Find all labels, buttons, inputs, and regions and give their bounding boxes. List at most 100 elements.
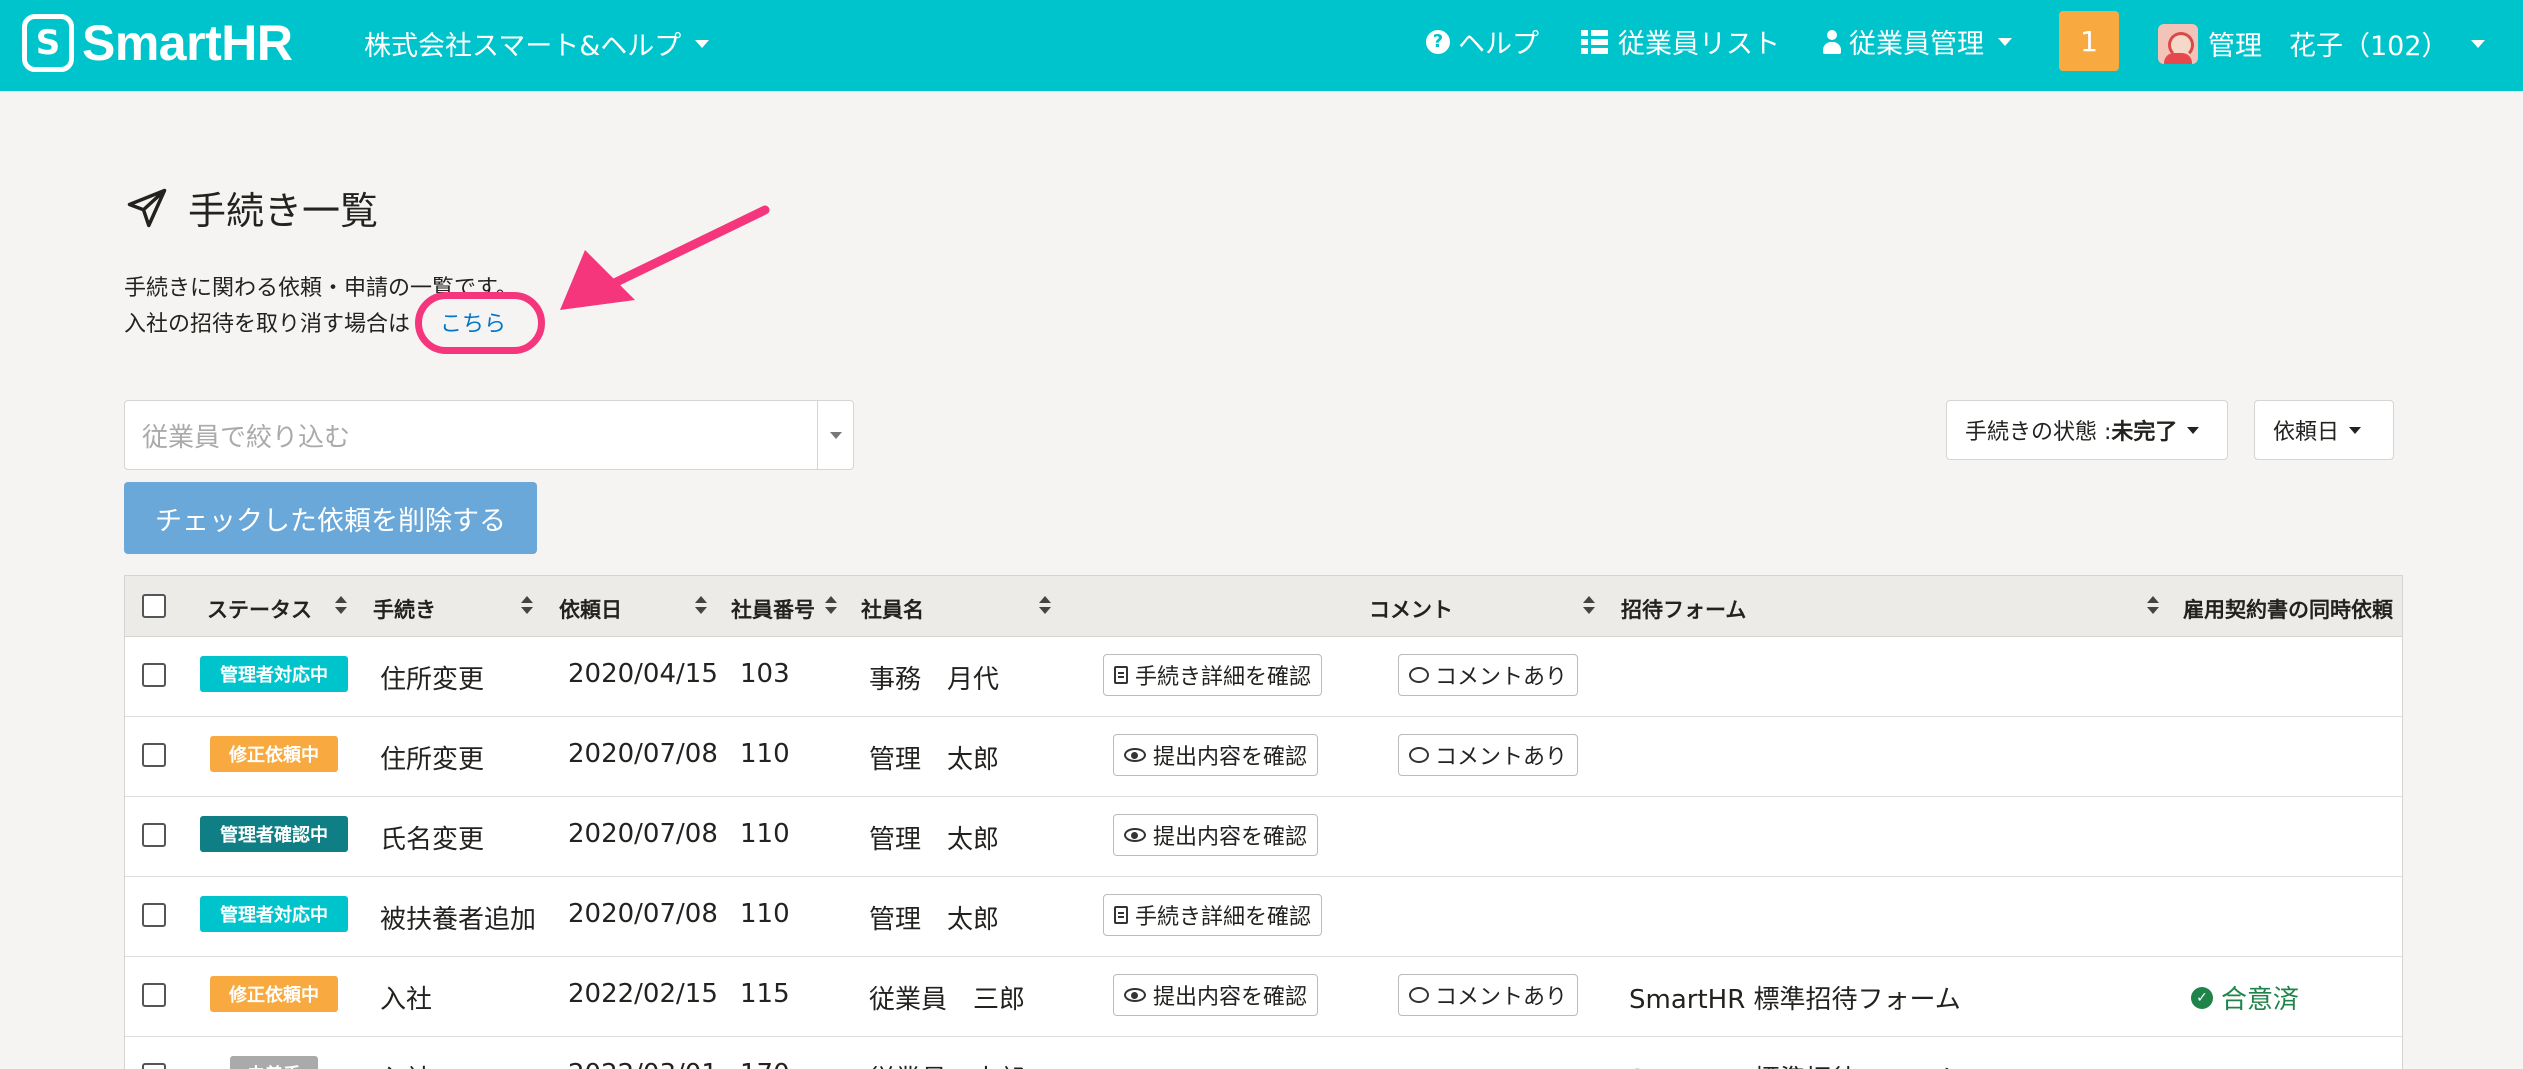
table-row[interactable]: 管理者対応中 住所変更 2020/04/15 103 事務 月代 手続き詳細を確… — [125, 638, 2402, 717]
help-label: ヘルプ — [1458, 29, 1539, 60]
sort-icon[interactable] — [1583, 596, 1595, 616]
status-filter-dropdown[interactable]: 手続きの状態 : 未完了 — [1946, 400, 2228, 460]
chevron-down-icon — [2349, 426, 2362, 434]
employee-name-cell: 管理 太郎 — [869, 825, 1000, 855]
date-sort-dropdown[interactable]: 依頼日 — [2254, 400, 2394, 460]
status-badge: 未着手 — [230, 1056, 318, 1069]
paper-plane-icon — [127, 188, 167, 227]
document-icon — [1114, 666, 1128, 684]
date-cell: 2020/07/08 — [568, 739, 718, 769]
row-checkbox[interactable] — [142, 663, 166, 687]
document-icon — [1114, 906, 1128, 924]
table-row[interactable]: 管理者確認中 氏名変更 2020/07/08 110 管理 太郎 提出内容を確認 — [125, 798, 2402, 877]
table-row[interactable]: 管理者対応中 被扶養者追加 2020/07/08 110 管理 太郎 手続き詳細… — [125, 878, 2402, 957]
col-comment[interactable]: コメント — [1369, 594, 1453, 624]
employee-no-cell: 110 — [740, 739, 790, 769]
eye-icon — [1124, 988, 1146, 1002]
comment-icon — [1409, 747, 1429, 763]
row-checkbox[interactable] — [142, 823, 166, 847]
button-label: 提出内容を確認 — [1153, 985, 1308, 1010]
table-row[interactable]: 修正依頼中 入社 2022/02/15 115 従業員 三郎 提出内容を確認 コ… — [125, 958, 2402, 1037]
employee-mgmt-label: 従業員管理 — [1849, 29, 1984, 60]
date-cell: 2020/07/08 — [568, 899, 718, 929]
col-employee-no[interactable]: 社員番号 — [731, 594, 815, 624]
col-procedure[interactable]: 手続き — [373, 594, 436, 624]
help-link[interactable]: ? ヘルプ — [1426, 22, 1539, 61]
procedure-cell: 氏名変更 — [380, 825, 485, 855]
employee-no-cell: 170 — [740, 1059, 790, 1069]
smarthr-logo[interactable]: S SmartHR — [22, 14, 293, 72]
employee-no-cell: 115 — [740, 979, 790, 1009]
date-sort-label: 依頼日 — [2273, 420, 2340, 445]
col-invite-form[interactable]: 招待フォーム — [1621, 594, 1746, 624]
chevron-down-icon — [2470, 39, 2485, 48]
procedure-cell: 住所変更 — [380, 745, 485, 775]
sort-icon[interactable] — [2147, 596, 2159, 616]
contract-status: ✓ 合意済 — [2191, 979, 2299, 1016]
employee-name-cell: 管理 太郎 — [869, 745, 1000, 775]
invite-form-cell: SmartHR 標準招待フォーム — [1629, 985, 1961, 1015]
row-checkbox[interactable] — [142, 1063, 166, 1069]
employee-no-cell: 103 — [740, 659, 790, 689]
employee-name-cell: 従業員 太郎 — [869, 1059, 1025, 1069]
comment-button[interactable]: コメントあり — [1398, 974, 1579, 1016]
row-checkbox[interactable] — [142, 983, 166, 1007]
date-cell: 2020/04/15 — [568, 659, 718, 689]
status-badge: 修正依頼中 — [210, 736, 338, 772]
dropdown-toggle[interactable] — [817, 401, 853, 469]
view-details-button[interactable]: 手続き詳細を確認 — [1103, 894, 1323, 936]
annotation-arrow-icon — [560, 205, 770, 310]
view-submission-button[interactable]: 提出内容を確認 — [1113, 974, 1319, 1016]
view-details-button[interactable]: 手続き詳細を確認 — [1103, 654, 1323, 696]
button-label: 提出内容を確認 — [1153, 745, 1308, 770]
table-row[interactable]: 未着手 入社 2022/03/01 170 従業員 太郎 SmartHR 標準招… — [125, 1038, 2402, 1069]
search-placeholder: 従業員で絞り込む — [142, 422, 351, 453]
avatar[interactable] — [2158, 24, 2198, 64]
status-filter-label: 手続きの状態 : — [1965, 420, 2112, 445]
page-title: 手続き一覧 — [126, 180, 378, 235]
employee-list-link[interactable]: 従業員リスト — [1581, 22, 1780, 61]
procedures-table: ステータス 手続き 依頼日 社員番号 社員名 コメント 招待フォーム 雇用契約書… — [124, 575, 2403, 1069]
eye-icon — [1124, 828, 1146, 842]
cancel-invite-description: 入社の招待を取り消す場合は — [124, 312, 411, 337]
select-all-checkbox[interactable] — [142, 594, 166, 618]
row-checkbox[interactable] — [142, 743, 166, 767]
list-icon — [1581, 29, 1608, 54]
logo-text: SmartHR — [82, 15, 293, 71]
chevron-down-icon — [1998, 37, 2012, 46]
employee-name-cell: 事務 月代 — [869, 665, 1000, 695]
notification-button[interactable]: 1 — [2059, 11, 2119, 71]
chevron-down-icon — [2187, 426, 2200, 434]
contract-status-label: 合意済 — [2221, 985, 2300, 1015]
date-cell: 2022/03/01 — [568, 1059, 718, 1069]
status-badge: 管理者対応中 — [200, 656, 348, 692]
user-name: 管理 花子（102） — [2208, 31, 2449, 62]
user-menu[interactable]: 管理 花子（102） — [2208, 24, 2485, 63]
view-submission-button[interactable]: 提出内容を確認 — [1113, 814, 1319, 856]
comment-button[interactable]: コメントあり — [1398, 654, 1579, 696]
sort-icon[interactable] — [825, 596, 837, 616]
status-filter-value: 未完了 — [2111, 420, 2178, 445]
col-employee-name[interactable]: 社員名 — [861, 594, 924, 624]
sort-icon[interactable] — [521, 596, 533, 616]
status-badge: 修正依頼中 — [210, 976, 338, 1012]
employee-filter-select[interactable]: 従業員で絞り込む — [124, 400, 854, 470]
company-switcher[interactable]: 株式会社スマート&ヘルプ — [364, 24, 710, 63]
comment-button[interactable]: コメントあり — [1398, 734, 1579, 776]
col-status[interactable]: ステータス — [207, 594, 312, 624]
procedure-cell: 入社 — [380, 985, 433, 1015]
sort-icon[interactable] — [1039, 596, 1051, 616]
employee-mgmt-menu[interactable]: 従業員管理 — [1823, 22, 2012, 61]
chevron-down-icon — [829, 431, 842, 439]
row-checkbox[interactable] — [142, 903, 166, 927]
sort-icon[interactable] — [695, 596, 707, 616]
procedure-cell: 入社 — [380, 1059, 432, 1069]
procedure-cell: 被扶養者追加 — [380, 905, 537, 935]
table-row[interactable]: 修正依頼中 住所変更 2020/07/08 110 管理 太郎 提出内容を確認 … — [125, 718, 2402, 797]
sort-icon[interactable] — [335, 596, 347, 616]
question-icon: ? — [1426, 29, 1450, 54]
view-submission-button[interactable]: 提出内容を確認 — [1113, 734, 1319, 776]
delete-checked-button[interactable]: チェックした依頼を削除する — [124, 482, 537, 554]
button-label: 手続き詳細を確認 — [1135, 665, 1312, 690]
col-request-date[interactable]: 依頼日 — [559, 594, 622, 624]
